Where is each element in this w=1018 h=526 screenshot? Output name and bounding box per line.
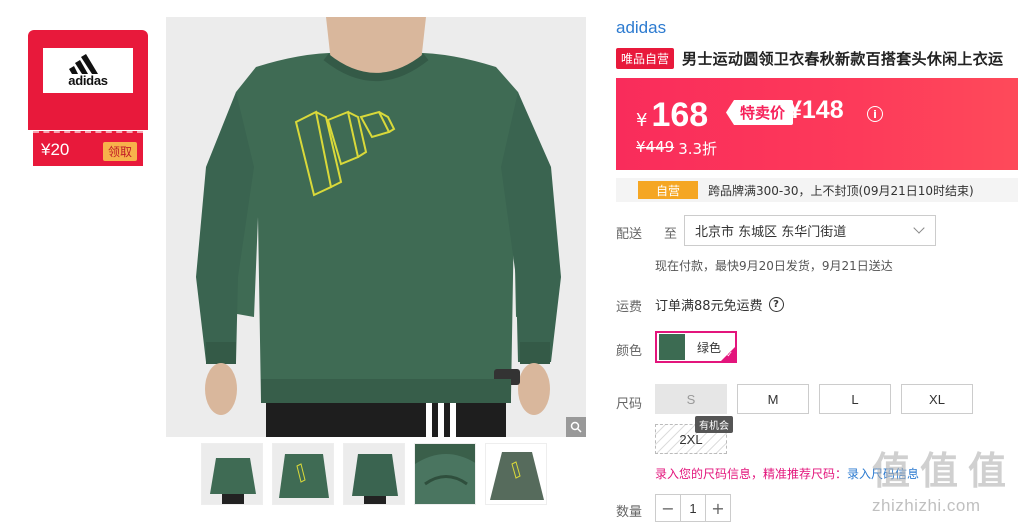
promo-text: 跨品牌满300-30，上不封顶(09月21日10时结束) bbox=[708, 183, 974, 198]
green-sweatshirt-image bbox=[166, 17, 586, 437]
special-price-tag: 特卖价 bbox=[726, 100, 794, 125]
check-icon: ✓ bbox=[726, 350, 733, 359]
shipping-fee: 订单满88元免运费 ? bbox=[655, 295, 784, 314]
current-price: ¥ 168 bbox=[636, 96, 708, 135]
size-option-s[interactable]: S bbox=[655, 384, 727, 414]
size-hint-text: 录入您的尺码信息，精准推荐尺码： bbox=[655, 467, 848, 481]
question-icon[interactable]: ? bbox=[768, 297, 784, 312]
claim-coupon-button[interactable]: 领取 bbox=[102, 142, 137, 161]
discount-rate: 3.3折 bbox=[678, 140, 718, 158]
product-title-row: 唯品自营 男士运动圆领卫衣春秋新款百搭套头休闲上衣运 bbox=[616, 48, 1003, 69]
delivery-estimate: 现在付款，最快9月20日发货，9月21日送达 bbox=[655, 259, 893, 273]
thumbnail-strip bbox=[201, 443, 547, 505]
color-label: 颜色 bbox=[616, 344, 643, 359]
watermark-char: 值 bbox=[968, 449, 1007, 493]
coupon-amount: ¥20 bbox=[41, 139, 70, 159]
minus-icon[interactable]: − bbox=[656, 495, 680, 521]
size-info-link[interactable]: 录入尺码信息 bbox=[847, 467, 919, 481]
ship-to-label: 至 bbox=[664, 227, 678, 242]
quantity-value[interactable]: 1 bbox=[680, 495, 706, 521]
color-option-label: 绿色 bbox=[697, 340, 722, 355]
color-swatch-image bbox=[659, 334, 685, 360]
site-watermark: 值 值 值 zhizhizhi.com bbox=[872, 440, 1018, 526]
shipping-value: 订单满88元免运费 bbox=[655, 299, 763, 314]
chance-tag: 有机会 bbox=[695, 416, 733, 433]
brand-logo-text: adidas bbox=[68, 72, 108, 88]
thumbnail-5[interactable] bbox=[485, 443, 547, 505]
shipping-label: 运费 bbox=[616, 300, 643, 315]
plus-icon[interactable]: + bbox=[706, 495, 730, 521]
watermark-url: zhizhizhi.com bbox=[872, 496, 981, 515]
chevron-down-icon bbox=[913, 222, 925, 234]
coupon-header: adidas bbox=[28, 30, 148, 130]
quantity-label: 数量 bbox=[616, 505, 643, 520]
address-value: 北京市 东城区 东华门街道 bbox=[695, 225, 847, 240]
thumbnail-2[interactable] bbox=[272, 443, 334, 505]
size-hint: 录入您的尺码信息，精准推荐尺码：录入尺码信息 bbox=[655, 465, 919, 482]
info-icon[interactable]: i bbox=[867, 106, 883, 122]
adidas-stripes-icon bbox=[69, 53, 98, 74]
thumbnail-1[interactable] bbox=[201, 443, 263, 505]
original-price: ¥449 bbox=[636, 138, 675, 156]
thumbnail-4[interactable] bbox=[414, 443, 476, 505]
coupon-footer: ¥20 领取 bbox=[33, 131, 143, 166]
self-operated-badge: 唯品自营 bbox=[616, 48, 675, 69]
promo-tag: 自营 bbox=[638, 181, 698, 199]
size-option-m[interactable]: M bbox=[737, 384, 809, 414]
product-main-image[interactable] bbox=[166, 17, 586, 437]
product-title: 男士运动圆领卫衣春秋新款百搭套头休闲上衣运 bbox=[682, 50, 1004, 68]
zoom-icon[interactable] bbox=[566, 417, 586, 437]
current-price-value: 168 bbox=[651, 96, 709, 134]
special-price-value: ¥148 bbox=[788, 96, 844, 124]
price-panel: ¥ 168 特卖价 ¥148 i ¥449 3.3折 bbox=[616, 78, 1018, 170]
size-option-l[interactable]: L bbox=[819, 384, 891, 414]
brand-logo: adidas bbox=[43, 48, 133, 93]
size-label: 尺码 bbox=[616, 397, 643, 412]
watermark-char: 值 bbox=[920, 449, 959, 493]
currency-symbol: ¥ bbox=[636, 110, 648, 131]
quantity-stepper: − 1 + bbox=[655, 494, 731, 522]
thumbnail-3[interactable] bbox=[343, 443, 405, 505]
brand-coupon-card[interactable]: adidas ¥20 领取 bbox=[28, 30, 148, 166]
brand-link[interactable]: adidas bbox=[616, 18, 666, 38]
original-price-row: ¥449 3.3折 bbox=[636, 138, 717, 159]
delivery-label: 配送 bbox=[616, 227, 643, 242]
size-option-xl[interactable]: XL bbox=[901, 384, 973, 414]
color-option-green[interactable]: 绿色 ✓ bbox=[655, 331, 737, 363]
address-select[interactable]: 北京市 东城区 东华门街道 bbox=[684, 215, 936, 246]
promotion-row: 自营 跨品牌满300-30，上不封顶(09月21日10时结束) bbox=[616, 178, 1018, 202]
